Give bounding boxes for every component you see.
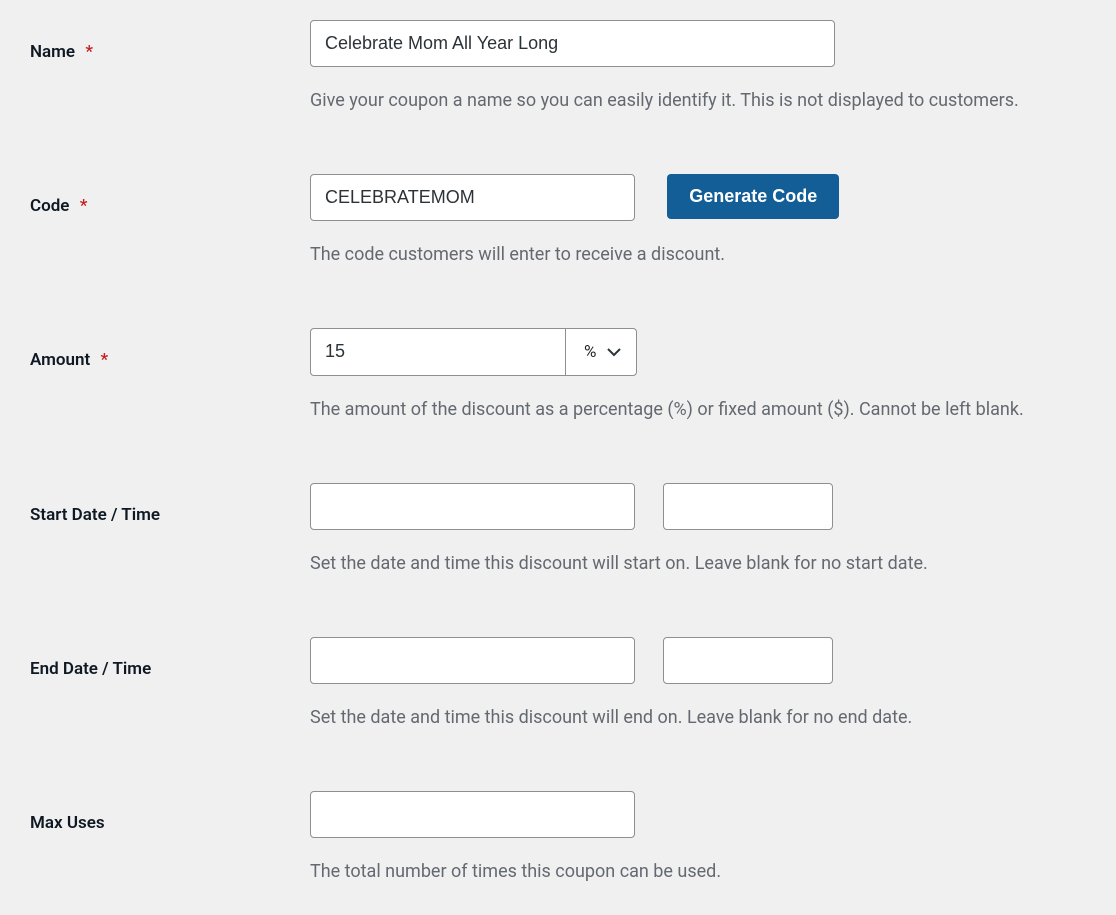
end-date-label-text: End Date / Time bbox=[30, 659, 151, 679]
name-label-text: Name bbox=[30, 42, 75, 62]
name-help: Give your coupon a name so you can easil… bbox=[310, 87, 1086, 114]
end-time-input[interactable] bbox=[663, 637, 833, 684]
start-date-row: Start Date / Time Set the date and time … bbox=[30, 483, 1086, 577]
max-uses-input[interactable] bbox=[310, 791, 635, 838]
code-help: The code customers will enter to receive… bbox=[310, 241, 1086, 268]
end-date-input[interactable] bbox=[310, 637, 635, 684]
max-uses-label: Max Uses bbox=[30, 791, 310, 833]
end-date-row: End Date / Time Set the date and time th… bbox=[30, 637, 1086, 731]
amount-help: The amount of the discount as a percenta… bbox=[310, 396, 1086, 423]
required-asterisk: * bbox=[85, 42, 93, 62]
amount-unit-select[interactable]: % bbox=[565, 328, 637, 375]
amount-label: Amount * bbox=[30, 328, 310, 370]
chevron-down-icon bbox=[606, 344, 622, 360]
name-row: Name * Give your coupon a name so you ca… bbox=[30, 20, 1086, 114]
max-uses-label-text: Max Uses bbox=[30, 813, 105, 833]
amount-unit-label: % bbox=[584, 342, 596, 362]
start-date-label: Start Date / Time bbox=[30, 483, 310, 525]
name-input[interactable] bbox=[310, 20, 835, 67]
name-label: Name * bbox=[30, 20, 310, 62]
end-date-help: Set the date and time this discount will… bbox=[310, 704, 1086, 731]
end-date-label: End Date / Time bbox=[30, 637, 310, 679]
amount-label-text: Amount bbox=[30, 350, 90, 370]
code-label: Code * bbox=[30, 174, 310, 216]
start-date-input[interactable] bbox=[310, 483, 635, 530]
code-label-text: Code bbox=[30, 196, 69, 216]
max-uses-row: Max Uses The total number of times this … bbox=[30, 791, 1086, 885]
code-row: Code * Generate Code The code customers … bbox=[30, 174, 1086, 268]
required-asterisk: * bbox=[80, 196, 88, 216]
code-input[interactable] bbox=[310, 174, 635, 221]
max-uses-help: The total number of times this coupon ca… bbox=[310, 858, 1086, 885]
generate-code-button[interactable]: Generate Code bbox=[667, 174, 839, 219]
start-time-input[interactable] bbox=[663, 483, 833, 530]
start-date-label-text: Start Date / Time bbox=[30, 505, 160, 525]
amount-input[interactable] bbox=[310, 328, 565, 375]
start-date-help: Set the date and time this discount will… bbox=[310, 550, 1086, 577]
required-asterisk: * bbox=[100, 350, 108, 370]
amount-row: Amount * % The amount of the discount as… bbox=[30, 328, 1086, 422]
